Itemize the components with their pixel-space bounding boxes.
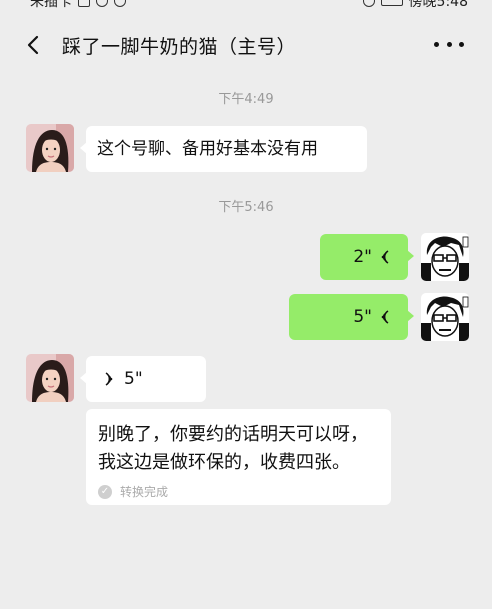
status-bar: 未插卡 傍晚5:48 xyxy=(0,0,492,11)
voice-wave-icon xyxy=(105,372,113,386)
eye-icon xyxy=(362,0,375,7)
status-right: 傍晚5:48 xyxy=(362,0,468,11)
voice-message-bubble[interactable]: 2" xyxy=(320,234,414,280)
chat-header: 踩了一脚牛奶的猫（主号） xyxy=(0,20,492,70)
chat-title: 踩了一脚牛奶的猫（主号） xyxy=(62,36,297,58)
self-avatar[interactable] xyxy=(421,233,469,281)
sim-icon xyxy=(78,0,90,7)
more-options-icon[interactable] xyxy=(434,32,464,56)
voice-message-bubble[interactable]: 5" xyxy=(80,356,206,402)
message-text: 这个号聊、备用好基本没有用 xyxy=(97,139,318,159)
back-arrow-icon[interactable] xyxy=(22,33,46,57)
voice-wave-icon xyxy=(381,310,389,324)
transcript-status: ✓ 转换完成 xyxy=(98,483,379,500)
message-bubble-text[interactable]: 这个号聊、备用好基本没有用 xyxy=(80,126,367,172)
transcript-text: 别晚了，你要约的话明天可以呀，我这边是做环保的，收费四张。 xyxy=(98,424,368,473)
wifi-icon xyxy=(114,0,126,7)
voice-transcript-bubble[interactable]: 别晚了，你要约的话明天可以呀，我这边是做环保的，收费四张。 ✓ 转换完成 xyxy=(86,409,391,505)
status-time: 傍晚5:48 xyxy=(408,0,468,10)
contact-avatar[interactable] xyxy=(26,124,74,172)
voice-duration: 5" xyxy=(353,307,372,327)
check-icon: ✓ xyxy=(98,484,112,499)
timestamp: 下午4:49 xyxy=(218,92,274,107)
voice-duration: 2" xyxy=(353,247,372,267)
voice-wave-icon xyxy=(381,250,389,264)
contact-avatar[interactable] xyxy=(26,354,74,402)
voice-message-bubble[interactable]: 5" xyxy=(289,294,414,340)
signal-icon xyxy=(96,0,108,7)
status-left: 未插卡 xyxy=(30,0,126,11)
self-avatar[interactable] xyxy=(421,293,469,341)
carrier-label: 未插卡 xyxy=(30,0,72,10)
timestamp: 下午5:46 xyxy=(218,200,274,215)
transcript-status-label: 转换完成 xyxy=(120,485,169,499)
voice-duration: 5" xyxy=(124,369,143,389)
battery-icon xyxy=(380,0,403,6)
